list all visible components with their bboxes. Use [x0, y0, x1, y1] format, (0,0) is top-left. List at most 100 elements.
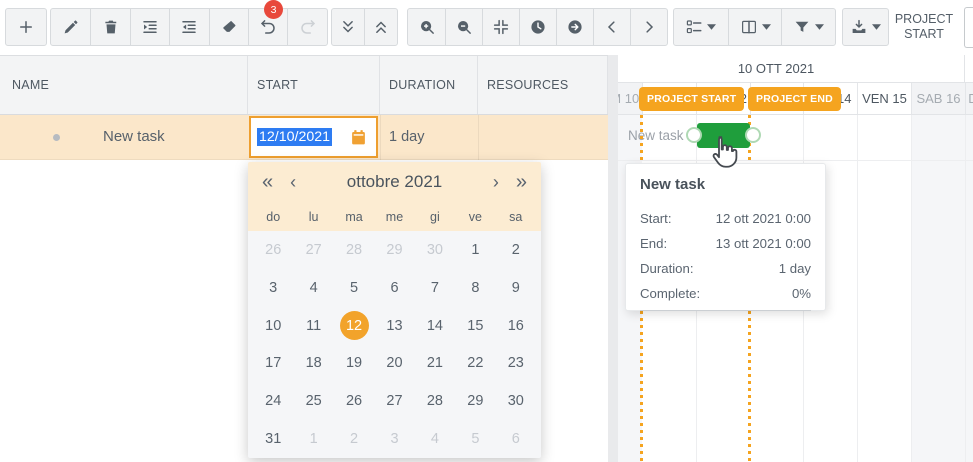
- task-list-button[interactable]: [674, 9, 728, 45]
- calendar-day[interactable]: 26: [253, 231, 293, 269]
- calendar-day[interactable]: 30: [496, 382, 536, 420]
- calendar-day[interactable]: 22: [455, 344, 495, 382]
- date-picker-month-title: ottobre 2021: [296, 172, 493, 192]
- week-header-cell: 10 OTT 2021: [618, 55, 965, 82]
- plus-button[interactable]: [6, 9, 46, 45]
- timeline-gridline: [857, 115, 858, 462]
- filter-button[interactable]: [781, 9, 835, 45]
- calendar-day[interactable]: 19: [334, 344, 374, 382]
- calendar-day-selected[interactable]: 12: [334, 307, 374, 345]
- tooltip-title: New task: [640, 176, 811, 193]
- angles-down-button[interactable]: [332, 9, 364, 45]
- calendar-day[interactable]: 27: [374, 382, 414, 420]
- calendar-icon[interactable]: [350, 129, 367, 151]
- weekday-label: ma: [334, 202, 374, 231]
- calendar-day[interactable]: 18: [293, 344, 333, 382]
- angles-up-button[interactable]: [364, 9, 396, 45]
- undo-icon: [259, 18, 277, 36]
- calendar-day[interactable]: 4: [293, 269, 333, 307]
- calendar-day[interactable]: 8: [455, 269, 495, 307]
- next-month-icon[interactable]: ›: [493, 162, 499, 202]
- date-picker-nav: « ‹ ottobre 2021 › »: [248, 162, 541, 202]
- calendar-day[interactable]: 4: [415, 420, 455, 458]
- calendar-day[interactable]: 28: [415, 382, 455, 420]
- calendar-day[interactable]: 26: [334, 382, 374, 420]
- eraser-icon: [220, 18, 238, 36]
- weekday-label: me: [374, 202, 414, 231]
- calendar-day[interactable]: 3: [374, 420, 414, 458]
- calendar-day[interactable]: 1: [455, 231, 495, 269]
- calendar-day[interactable]: 6: [374, 269, 414, 307]
- calendar-day[interactable]: 29: [374, 231, 414, 269]
- calendar-day[interactable]: 7: [415, 269, 455, 307]
- next-year-icon[interactable]: »: [516, 162, 527, 202]
- start-date-editor[interactable]: 12/10/2021: [249, 116, 378, 158]
- eraser-button[interactable]: [209, 9, 248, 45]
- calendar-day[interactable]: 11: [293, 307, 333, 345]
- calendar-day[interactable]: 17: [253, 344, 293, 382]
- calendar-day[interactable]: 30: [415, 231, 455, 269]
- calendar-day[interactable]: 27: [293, 231, 333, 269]
- calendar-day[interactable]: 2: [496, 231, 536, 269]
- task-bar-resize-handle-left[interactable]: [686, 127, 702, 143]
- calendar-day[interactable]: 10: [253, 307, 293, 345]
- task-bar-label: New task: [628, 128, 684, 143]
- weekday-label: lu: [293, 202, 333, 231]
- calendar-day[interactable]: 16: [496, 307, 536, 345]
- calendar-day[interactable]: 5: [334, 269, 374, 307]
- calendar-day[interactable]: 23: [496, 344, 536, 382]
- calendar-day[interactable]: 31: [253, 420, 293, 458]
- column-header-resources[interactable]: RESOURCES: [478, 56, 608, 114]
- calendar-day[interactable]: 28: [334, 231, 374, 269]
- undo-count-badge: 3: [264, 0, 283, 19]
- calendar-day[interactable]: 6: [496, 420, 536, 458]
- calendar-day[interactable]: 24: [253, 382, 293, 420]
- calendar-day[interactable]: 20: [374, 344, 414, 382]
- tooltip-row: End:13 ott 2021 0:00: [640, 231, 811, 256]
- zoom-out-button[interactable]: [445, 9, 482, 45]
- pencil-icon: [62, 18, 80, 36]
- calendar-day[interactable]: 14: [415, 307, 455, 345]
- arrow-right-circle-button[interactable]: [556, 9, 593, 45]
- zoom-fit-button[interactable]: [482, 9, 519, 45]
- calendar-day[interactable]: 25: [293, 382, 333, 420]
- calendar-day[interactable]: 2: [334, 420, 374, 458]
- grid-timeline-splitter[interactable]: [608, 55, 618, 462]
- timeline-marker-label: PROJECT END: [748, 87, 841, 111]
- calendar-day[interactable]: 15: [455, 307, 495, 345]
- task-bar-resize-handle-right[interactable]: [745, 127, 761, 143]
- download-button[interactable]: [843, 9, 888, 45]
- column-header-duration[interactable]: DURATION: [380, 56, 478, 114]
- timeline-gridline: [911, 115, 912, 462]
- timeline-row-border: [618, 160, 973, 161]
- clock-button[interactable]: [519, 9, 556, 45]
- indent-icon: [141, 18, 159, 36]
- outdent-button[interactable]: [169, 9, 208, 45]
- calendar-day[interactable]: 3: [253, 269, 293, 307]
- calendar-day[interactable]: 13: [374, 307, 414, 345]
- columns-button[interactable]: [728, 9, 782, 45]
- calendar-day[interactable]: 29: [455, 382, 495, 420]
- tooltip-row-label: Start:: [640, 206, 672, 231]
- pencil-button[interactable]: [51, 9, 90, 45]
- trash-button[interactable]: [90, 9, 129, 45]
- project-start-input-partial[interactable]: [964, 7, 973, 48]
- prev-year-icon[interactable]: «: [262, 162, 273, 202]
- angle-left-button[interactable]: [593, 9, 630, 45]
- calendar-day[interactable]: 1: [293, 420, 333, 458]
- task-duration-cell[interactable]: 1 day: [389, 129, 424, 145]
- task-name-cell[interactable]: New task: [103, 128, 165, 145]
- column-header-start[interactable]: START: [248, 56, 380, 114]
- zoom-in-button[interactable]: [408, 9, 445, 45]
- angle-right-button[interactable]: [630, 9, 667, 45]
- angle-left-icon: [603, 18, 621, 36]
- indent-button[interactable]: [130, 9, 169, 45]
- zoom-in-icon: [418, 18, 436, 36]
- start-date-input-value[interactable]: 12/10/2021: [257, 128, 332, 146]
- column-header-name[interactable]: NAME: [0, 56, 248, 114]
- calendar-day[interactable]: 5: [455, 420, 495, 458]
- day-header-cell: VEN 15: [857, 83, 911, 114]
- redo-icon: [299, 18, 317, 36]
- calendar-day[interactable]: 9: [496, 269, 536, 307]
- calendar-day[interactable]: 21: [415, 344, 455, 382]
